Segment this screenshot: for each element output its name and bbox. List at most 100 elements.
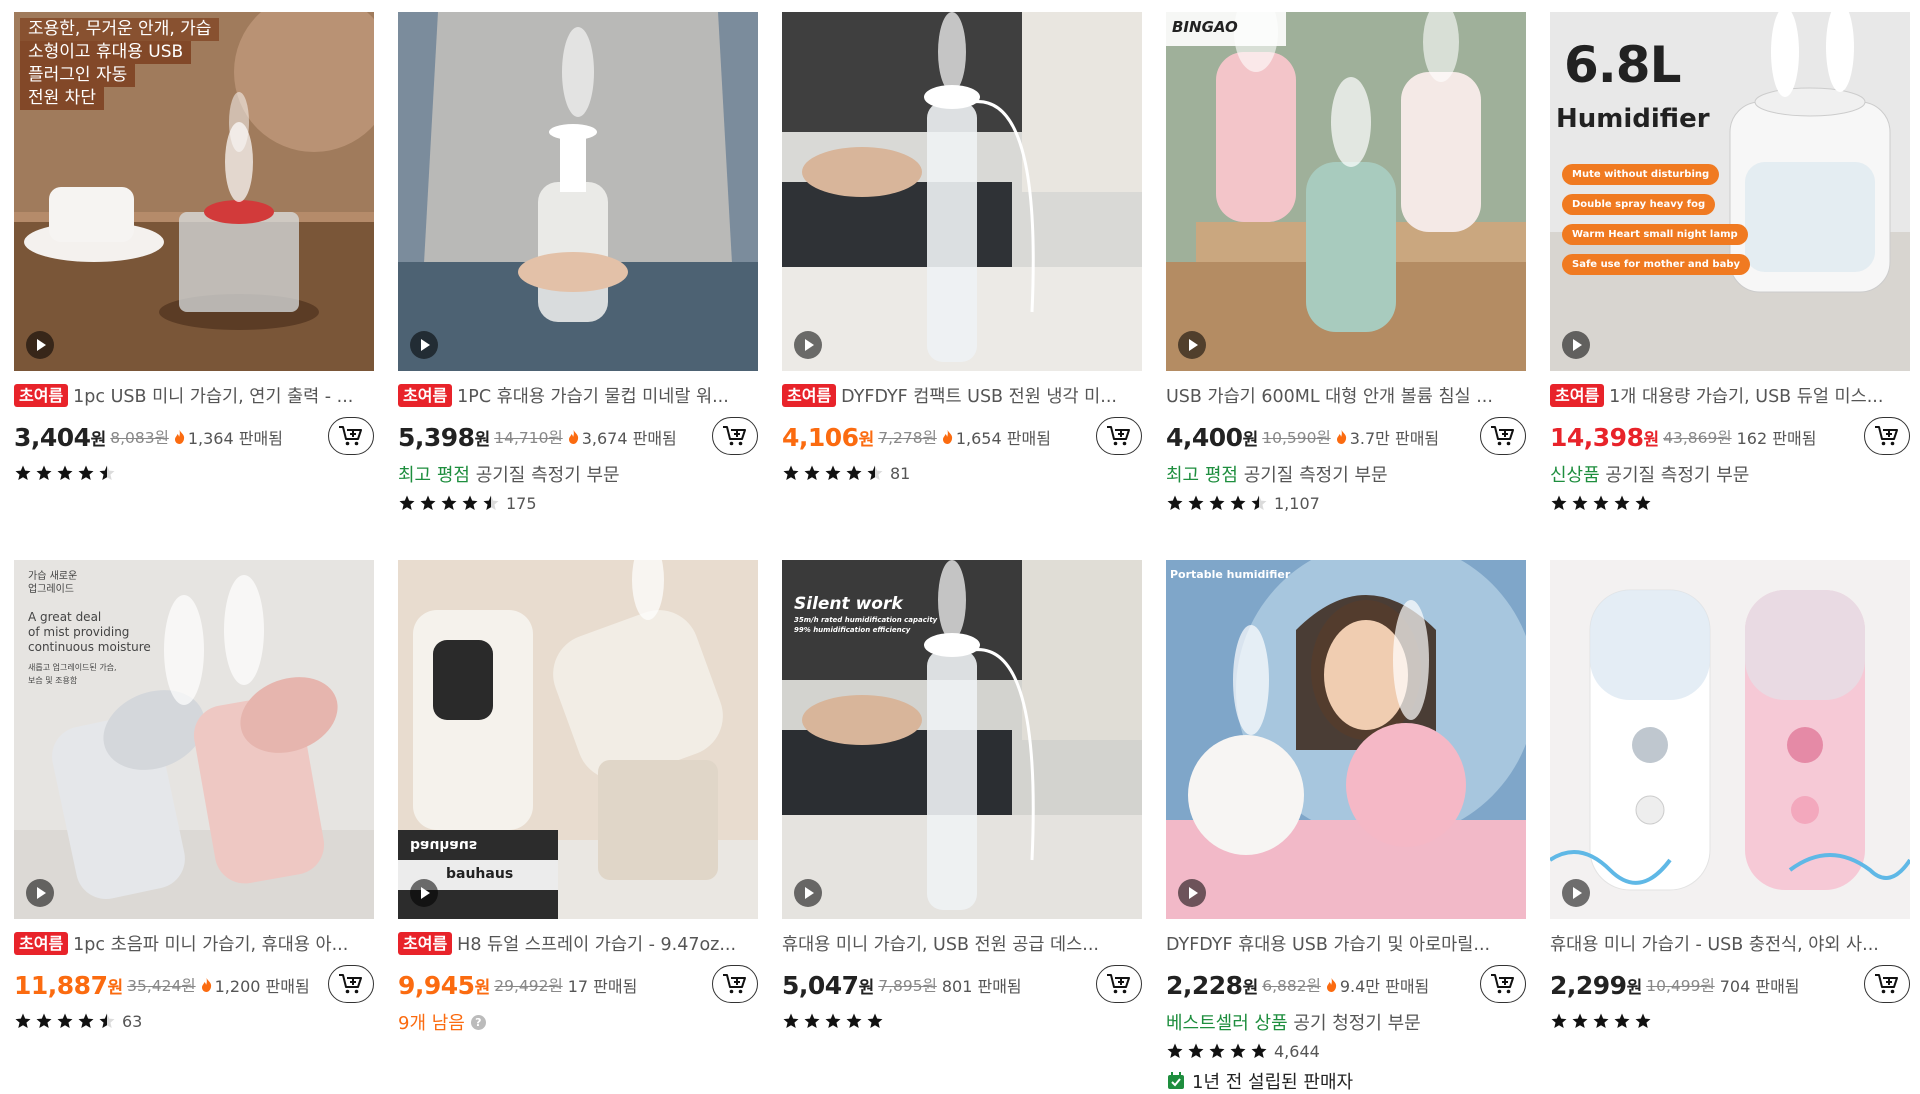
seller-info: 1년 전 설립된 판매자: [1166, 1068, 1526, 1094]
product-title[interactable]: 1PC 휴대용 가습기 물컵 미네랄 워...: [457, 383, 729, 408]
product-title-row[interactable]: 초여름 DYFDYF 컴팩트 USB 전원 냉각 미...: [782, 381, 1142, 409]
product-title-row[interactable]: 초여름 1PC 휴대용 가습기 물컵 미네랄 워...: [398, 381, 758, 409]
product-title-row[interactable]: 초여름 H8 듀얼 스프레이 가습기 - 9.47oz...: [398, 929, 758, 957]
play-icon[interactable]: [1178, 331, 1206, 359]
rating[interactable]: [1550, 490, 1910, 516]
image-caption-line: A great deal: [28, 610, 102, 624]
currency-unit: 원: [107, 977, 124, 998]
promo-badge: 초여름: [398, 383, 453, 407]
product-title[interactable]: USB 가습기 600ML 대형 안개 볼륨 침실 ...: [1166, 383, 1493, 408]
product-title-row[interactable]: 휴대용 미니 가습기, USB 전원 공급 데스...: [782, 929, 1142, 957]
add-to-cart-button[interactable]: [1480, 417, 1526, 455]
product-title[interactable]: H8 듀얼 스프레이 가습기 - 9.47oz...: [457, 931, 736, 956]
category-rank[interactable]: 신상품 공기질 측정기 부문: [1550, 461, 1910, 487]
rating[interactable]: 63: [14, 1008, 374, 1034]
add-to-cart-icon: [1491, 426, 1514, 446]
product-image[interactable]: 조용한, 무거운 안개, 가습 소형이고 휴대용 USB 플러그인 자동 전원 차단: [14, 12, 374, 371]
play-icon[interactable]: [794, 879, 822, 907]
play-icon[interactable]: [410, 331, 438, 359]
product-image[interactable]: [782, 12, 1142, 371]
product-image[interactable]: [1550, 560, 1910, 919]
product-image[interactable]: [398, 12, 758, 371]
play-icon[interactable]: [1178, 879, 1206, 907]
price-row: 2,228 원 6,882원 9.4만 판매됨: [1166, 965, 1526, 1005]
product-card[interactable]: Silent work 35m/h rated humidification c…: [782, 560, 1142, 1094]
image-caption-line: 업그레이드: [28, 584, 74, 595]
add-to-cart-button[interactable]: [1864, 965, 1910, 1003]
help-icon[interactable]: ?: [470, 1014, 486, 1030]
product-title-row[interactable]: 휴대용 미니 가습기 - USB 충전식, 야외 사...: [1550, 929, 1910, 957]
play-icon[interactable]: [410, 879, 438, 907]
add-to-cart-button[interactable]: [1480, 965, 1526, 1003]
image-caption: 가습 새로운 업그레이드 A great deal of mist provid…: [28, 570, 151, 687]
rating-count: 175: [506, 493, 537, 513]
rating[interactable]: [782, 1008, 1142, 1034]
product-card[interactable]: Portable humidifier DYFDYF 휴대용 USB 가습기 및…: [1166, 560, 1526, 1094]
add-to-cart-icon: [1107, 974, 1130, 994]
product-image[interactable]: Portable humidifier: [1166, 560, 1526, 919]
rating[interactable]: 175: [398, 490, 758, 516]
product-title-row[interactable]: USB 가습기 600ML 대형 안개 볼륨 침실 ...: [1166, 381, 1526, 409]
product-card[interactable]: 조용한, 무거운 안개, 가습 소형이고 휴대용 USB 플러그인 자동 전원 차단 …: [14, 12, 374, 560]
sold-text: 3.7만 판매됨: [1349, 429, 1440, 448]
rank-category: 공기질 측정기 부문: [1599, 465, 1750, 486]
category-rank[interactable]: 최고 평점 공기질 측정기 부문: [1166, 461, 1526, 487]
rating[interactable]: [1550, 1008, 1910, 1034]
sale-price: 9,945: [398, 970, 475, 1000]
original-price: 10,590원: [1262, 429, 1331, 447]
product-title[interactable]: 휴대용 미니 가습기, USB 전원 공급 데스...: [782, 931, 1099, 956]
image-caption-line: 소형이고 휴대용 USB: [20, 41, 192, 64]
product-card[interactable]: bauhaus bauhaus 초여름 H8 듀얼 스프레이 가습기 - 9.4…: [398, 560, 758, 1094]
product-image[interactable]: Silent work 35m/h rated humidification c…: [782, 560, 1142, 919]
original-price: 6,882원: [1262, 977, 1321, 995]
play-icon[interactable]: [794, 331, 822, 359]
currency-unit: 원: [1242, 977, 1259, 998]
rating[interactable]: [14, 460, 374, 486]
category-rank[interactable]: 최고 평점 공기질 측정기 부문: [398, 461, 758, 487]
image-subheadline: Humidifier: [1556, 104, 1710, 134]
product-title[interactable]: 1pc 초음파 미니 가습기, 휴대용 아...: [73, 931, 348, 956]
product-title[interactable]: DYFDYF 휴대용 USB 가습기 및 아로마릴...: [1166, 931, 1490, 956]
rating[interactable]: 1,107: [1166, 490, 1526, 516]
add-to-cart-button[interactable]: [712, 965, 758, 1003]
rank-category: 공기 청정기 부문: [1287, 1013, 1421, 1034]
product-title[interactable]: 1개 대용량 가습기, USB 듀얼 미스...: [1609, 383, 1883, 408]
product-title-row[interactable]: 초여름 1pc 초음파 미니 가습기, 휴대용 아...: [14, 929, 374, 957]
original-price: 35,424원: [127, 977, 196, 995]
product-title[interactable]: 휴대용 미니 가습기 - USB 충전식, 야외 사...: [1550, 931, 1879, 956]
play-icon[interactable]: [26, 879, 54, 907]
sold-count: 1,200 판매됨: [201, 973, 310, 997]
sale-price: 11,887: [14, 970, 108, 1000]
product-title[interactable]: 1pc USB 미니 가습기, 연기 출력 - ...: [73, 383, 353, 408]
product-title-row[interactable]: DYFDYF 휴대용 USB 가습기 및 아로마릴...: [1166, 929, 1526, 957]
product-title-row[interactable]: 초여름 1개 대용량 가습기, USB 듀얼 미스...: [1550, 381, 1910, 409]
add-to-cart-button[interactable]: [1096, 965, 1142, 1003]
play-icon[interactable]: [1562, 331, 1590, 359]
add-to-cart-button[interactable]: [1864, 417, 1910, 455]
product-image[interactable]: BINGAO: [1166, 12, 1526, 371]
rating[interactable]: 4,644: [1166, 1038, 1526, 1064]
book-spine-text: bauhaus: [446, 866, 514, 882]
product-image[interactable]: bauhaus bauhaus: [398, 560, 758, 919]
price-row: 5,047 원 7,895원 801 판매됨: [782, 965, 1142, 1005]
product-card[interactable]: 초여름 DYFDYF 컴팩트 USB 전원 냉각 미... 4,106 원 7,…: [782, 12, 1142, 560]
product-image[interactable]: 가습 새로운 업그레이드 A great deal of mist provid…: [14, 560, 374, 919]
add-to-cart-button[interactable]: [712, 417, 758, 455]
category-rank[interactable]: 베스트셀러 상품 공기 청정기 부문: [1166, 1009, 1526, 1035]
product-image[interactable]: 6.8L Humidifier Mute without disturbing D…: [1550, 12, 1910, 371]
product-card[interactable]: BINGAO USB 가습기 600ML 대형 안개 볼륨 침실 ... 4,4…: [1166, 12, 1526, 560]
product-title-row[interactable]: 초여름 1pc USB 미니 가습기, 연기 출력 - ...: [14, 381, 374, 409]
product-card[interactable]: 초여름 1PC 휴대용 가습기 물컵 미네랄 워... 5,398 원 14,7…: [398, 12, 758, 560]
product-title[interactable]: DYFDYF 컴팩트 USB 전원 냉각 미...: [841, 383, 1117, 408]
add-to-cart-icon: [723, 426, 746, 446]
add-to-cart-button[interactable]: [328, 417, 374, 455]
play-icon[interactable]: [1562, 879, 1590, 907]
product-card[interactable]: 6.8L Humidifier Mute without disturbing D…: [1550, 12, 1910, 560]
product-card[interactable]: 휴대용 미니 가습기 - USB 충전식, 야외 사... 2,299 원 10…: [1550, 560, 1910, 1094]
add-to-cart-button[interactable]: [328, 965, 374, 1003]
play-icon[interactable]: [26, 331, 54, 359]
product-card[interactable]: 가습 새로운 업그레이드 A great deal of mist provid…: [14, 560, 374, 1094]
rating[interactable]: 81: [782, 460, 1142, 486]
promo-badge: 초여름: [782, 383, 837, 407]
add-to-cart-button[interactable]: [1096, 417, 1142, 455]
